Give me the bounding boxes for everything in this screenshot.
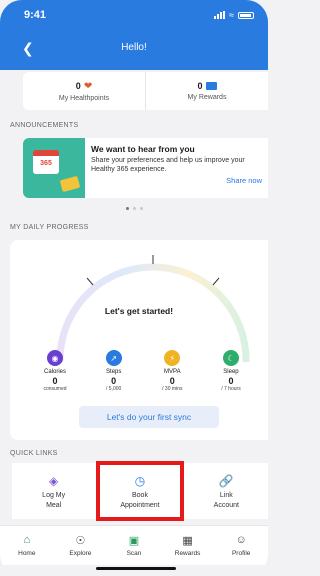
moon-icon: ☾ — [222, 350, 239, 366]
announcement-banner[interactable]: 365 We want to hear from you Share your … — [23, 138, 268, 198]
share-now-link[interactable]: Share now — [91, 176, 262, 185]
stat-label: Sleep — [223, 369, 239, 375]
daily-progress-card: Let's get started! ◉ Calories 0 consumed… — [10, 240, 268, 440]
link-account-button[interactable]: 🔗 Link Account — [185, 463, 268, 519]
compass-icon: ☉ — [75, 535, 86, 547]
steps-icon: ↗ — [105, 350, 122, 366]
stat-value: 0 — [52, 376, 58, 386]
announcement-title: We want to hear from you — [91, 144, 195, 154]
stat-value: 0 — [228, 376, 234, 386]
quick-link-label: Account — [213, 502, 239, 509]
tab-label: Scan — [126, 550, 142, 557]
stat-sub: / 7 hours — [221, 386, 241, 392]
tab-home[interactable]: ⌂ Home — [0, 526, 54, 565]
quick-link-label: Book — [132, 492, 148, 499]
bolt-icon: ⚡ — [164, 350, 181, 366]
signal-icon — [214, 11, 226, 19]
quick-link-label: Meal — [46, 502, 62, 509]
carousel-dots[interactable] — [0, 207, 268, 210]
carousel-dot[interactable] — [139, 207, 143, 210]
carousel-dot[interactable] — [132, 207, 136, 210]
rewards-value: 0 — [197, 81, 203, 91]
tab-explore[interactable]: ☉ Explore — [54, 526, 108, 565]
announcements-heading: ANNOUNCEMENTS — [10, 122, 79, 129]
healthpoints-link[interactable]: 0 ❤ My Healthpoints — [23, 72, 145, 110]
stat-mvpa[interactable]: ⚡ MVPA 0 / 30 mins — [147, 350, 197, 392]
rewards-link[interactable]: 0 My Rewards — [145, 72, 268, 110]
announcement-body: Share your preferences and help us impro… — [91, 157, 245, 173]
meal-icon: ◈ — [49, 474, 59, 488]
progress-status: Let's get started! — [104, 306, 174, 316]
stat-value: 0 — [111, 376, 117, 386]
rewards-icon: ▦ — [182, 535, 193, 547]
battery-icon — [238, 11, 254, 19]
healthpoints-label: My Healthpoints — [58, 94, 110, 102]
calendar-icon: 365 — [33, 150, 59, 174]
tab-label: Profile — [231, 550, 251, 557]
wifi-icon: ≈ — [229, 10, 234, 20]
book-appointment-button[interactable]: ◷ Book Appointment — [96, 461, 184, 521]
status-icons: ≈ — [214, 10, 254, 20]
stat-value: 0 — [169, 376, 175, 386]
first-sync-button[interactable]: Let's do your first sync — [79, 406, 219, 428]
stat-steps[interactable]: ↗ Steps 0 / 5,000 — [89, 350, 139, 392]
log-meal-button[interactable]: ◈ Log My Meal — [12, 463, 95, 519]
tab-rewards[interactable]: ▦ Rewards — [161, 526, 215, 565]
quick-link-label: Link — [219, 492, 233, 499]
healthpoints-value: 0 — [75, 81, 81, 91]
quick-links-heading: QUICK LINKS — [10, 450, 58, 457]
rewards-label: My Rewards — [187, 94, 227, 101]
tab-scan[interactable]: ▣ Scan — [107, 526, 161, 565]
quick-link-label: Appointment — [120, 502, 160, 509]
tab-label: Explore — [69, 550, 92, 557]
home-icon: ⌂ — [23, 534, 31, 546]
status-bar: 9:41 ≈ — [24, 9, 254, 21]
stat-sub: consumed — [43, 386, 67, 392]
stat-sleep[interactable]: ☾ Sleep 0 / 7 hours — [206, 350, 256, 392]
announcement-image: 365 — [23, 138, 85, 198]
quick-links-card: ◈ Log My Meal ◷ Book Appointment 🔗 Link … — [12, 461, 268, 521]
app-header: 9:41 ≈ ❮ Hello! — [0, 0, 268, 70]
stat-label: Steps — [105, 369, 122, 375]
page-title: Hello! — [121, 42, 147, 53]
stat-sub: / 5,000 — [106, 386, 122, 392]
tab-profile[interactable]: ☺ Profile — [214, 526, 268, 565]
home-indicator — [96, 567, 176, 570]
scan-icon: ▣ — [128, 535, 140, 547]
appointment-icon: ◷ — [134, 474, 146, 488]
tab-label: Home — [18, 550, 36, 557]
status-time: 9:41 — [24, 9, 47, 21]
stat-calories[interactable]: ◉ Calories 0 consumed — [30, 350, 80, 392]
stat-label: Calories — [43, 369, 66, 375]
megaphone-icon — [59, 175, 81, 193]
bottom-tab-bar: ⌂ Home ☉ Explore ▣ Scan ▦ Rewards ☺ Prof… — [0, 525, 268, 565]
link-icon: 🔗 — [218, 474, 234, 488]
tab-label: Rewards — [174, 550, 201, 557]
quick-link-label: Log My — [42, 492, 66, 499]
points-card: 0 ❤ My Healthpoints 0 My Rewards — [23, 72, 268, 110]
progress-stats: ◉ Calories 0 consumed ↗ Steps 0 / 5,000 … — [30, 350, 256, 392]
carousel-dot[interactable] — [125, 207, 129, 210]
food-icon: ◉ — [47, 350, 63, 366]
daily-progress-heading: MY DAILY PROGRESS — [10, 224, 89, 231]
stat-sub: / 30 mins — [162, 386, 183, 392]
heart-icon: ❤ — [83, 80, 93, 92]
profile-icon: ☺ — [235, 534, 247, 546]
stat-label: MVPA — [164, 369, 181, 375]
gift-icon — [205, 82, 217, 90]
app-screen: 9:41 ≈ ❮ Hello! 0 ❤ My Healthpoints 0 My… — [0, 0, 268, 576]
